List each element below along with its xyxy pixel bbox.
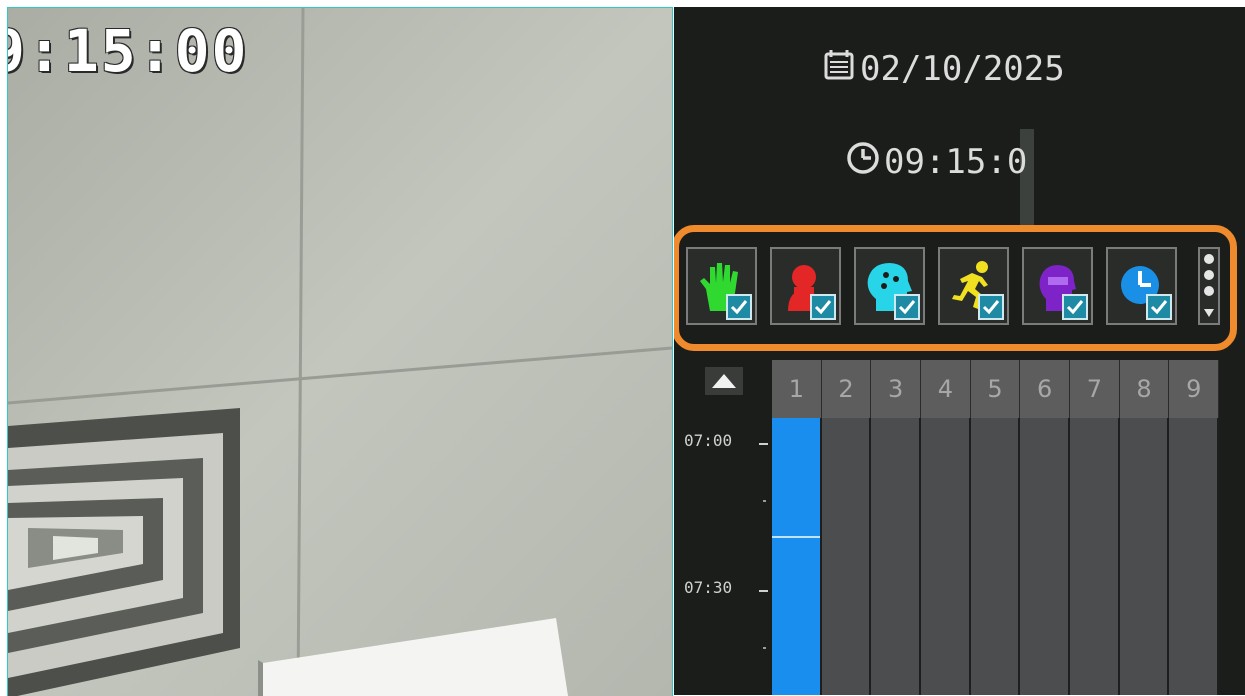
filter-clock-button[interactable] — [1106, 247, 1177, 325]
filter-person-button[interactable] — [770, 247, 841, 325]
channel-track-8[interactable] — [1119, 418, 1170, 695]
camera-scene — [8, 8, 672, 696]
playback-panel: 02/10/2025 09:15:0 1 2 3 4 5 6 7 8 9 07:… — [674, 7, 1245, 695]
filter-head-button[interactable] — [1022, 247, 1093, 325]
channel-header-1[interactable]: 1 — [772, 360, 822, 418]
channel-header-7[interactable]: 7 — [1070, 360, 1120, 418]
channel-track-2[interactable] — [821, 418, 872, 695]
checkbox-checked-icon[interactable] — [726, 294, 752, 320]
time-value: 09:15:0 — [884, 142, 1028, 182]
smart-event-filter-bar — [686, 247, 1177, 331]
channel-header-8[interactable]: 8 — [1119, 360, 1170, 418]
playback-position-marker — [772, 536, 820, 538]
triangle-up-icon — [712, 374, 736, 388]
camera-osd-time: 9:15:00 — [7, 17, 249, 85]
time-label-0730: 07:30 — [684, 578, 733, 597]
channel-track-4[interactable] — [921, 418, 971, 695]
calendar-icon — [822, 48, 856, 91]
channel-header-5[interactable]: 5 — [970, 360, 1021, 418]
channel-header-3[interactable]: 3 — [871, 360, 922, 418]
date-value: 02/10/2025 — [860, 49, 1065, 89]
time-tick — [759, 590, 768, 592]
checkbox-checked-icon[interactable] — [978, 294, 1004, 320]
ceiling-vent — [8, 408, 240, 696]
more-dots-icon — [1204, 254, 1214, 317]
nvr-playback-screen: 9:15:00 02/10/2025 09:15:0 1 2 3 4 5 6 7… — [0, 0, 1245, 696]
minor-tick — [763, 500, 766, 502]
more-filters-button[interactable] — [1198, 247, 1220, 325]
clock-icon — [846, 141, 880, 184]
scroll-up-button[interactable] — [705, 367, 743, 395]
checkbox-checked-icon[interactable] — [1062, 294, 1088, 320]
time-display[interactable]: 09:15:0 — [846, 141, 1028, 184]
channel-header-4[interactable]: 4 — [921, 360, 971, 418]
channel-header-9[interactable]: 9 — [1169, 360, 1220, 418]
channel-track-7[interactable] — [1070, 418, 1120, 695]
filter-hand-button[interactable] — [686, 247, 757, 325]
channel-track-5[interactable] — [970, 418, 1021, 695]
channel-track-1[interactable] — [772, 418, 822, 695]
checkbox-checked-icon[interactable] — [810, 294, 836, 320]
filter-running-button[interactable] — [938, 247, 1009, 325]
channel-header-6[interactable]: 6 — [1020, 360, 1071, 418]
channel-header-2[interactable]: 2 — [821, 360, 872, 418]
channel-track-9[interactable] — [1169, 418, 1220, 695]
checkbox-checked-icon[interactable] — [1146, 294, 1172, 320]
minor-tick — [763, 647, 766, 649]
recording-segment[interactable] — [772, 418, 820, 695]
checkbox-checked-icon[interactable] — [894, 294, 920, 320]
time-label-0700: 07:00 — [684, 431, 733, 450]
timeline: 123456789 07:00 07:30 — [674, 357, 1245, 695]
channel-track-3[interactable] — [871, 418, 922, 695]
channel-track-6[interactable] — [1020, 418, 1071, 695]
date-display[interactable]: 02/10/2025 — [822, 49, 1065, 89]
timeline-grid[interactable] — [772, 418, 1220, 695]
time-tick — [759, 443, 768, 445]
filter-face-button[interactable] — [854, 247, 925, 325]
camera-view[interactable]: 9:15:00 — [7, 7, 673, 696]
channel-header: 123456789 — [772, 360, 1220, 418]
